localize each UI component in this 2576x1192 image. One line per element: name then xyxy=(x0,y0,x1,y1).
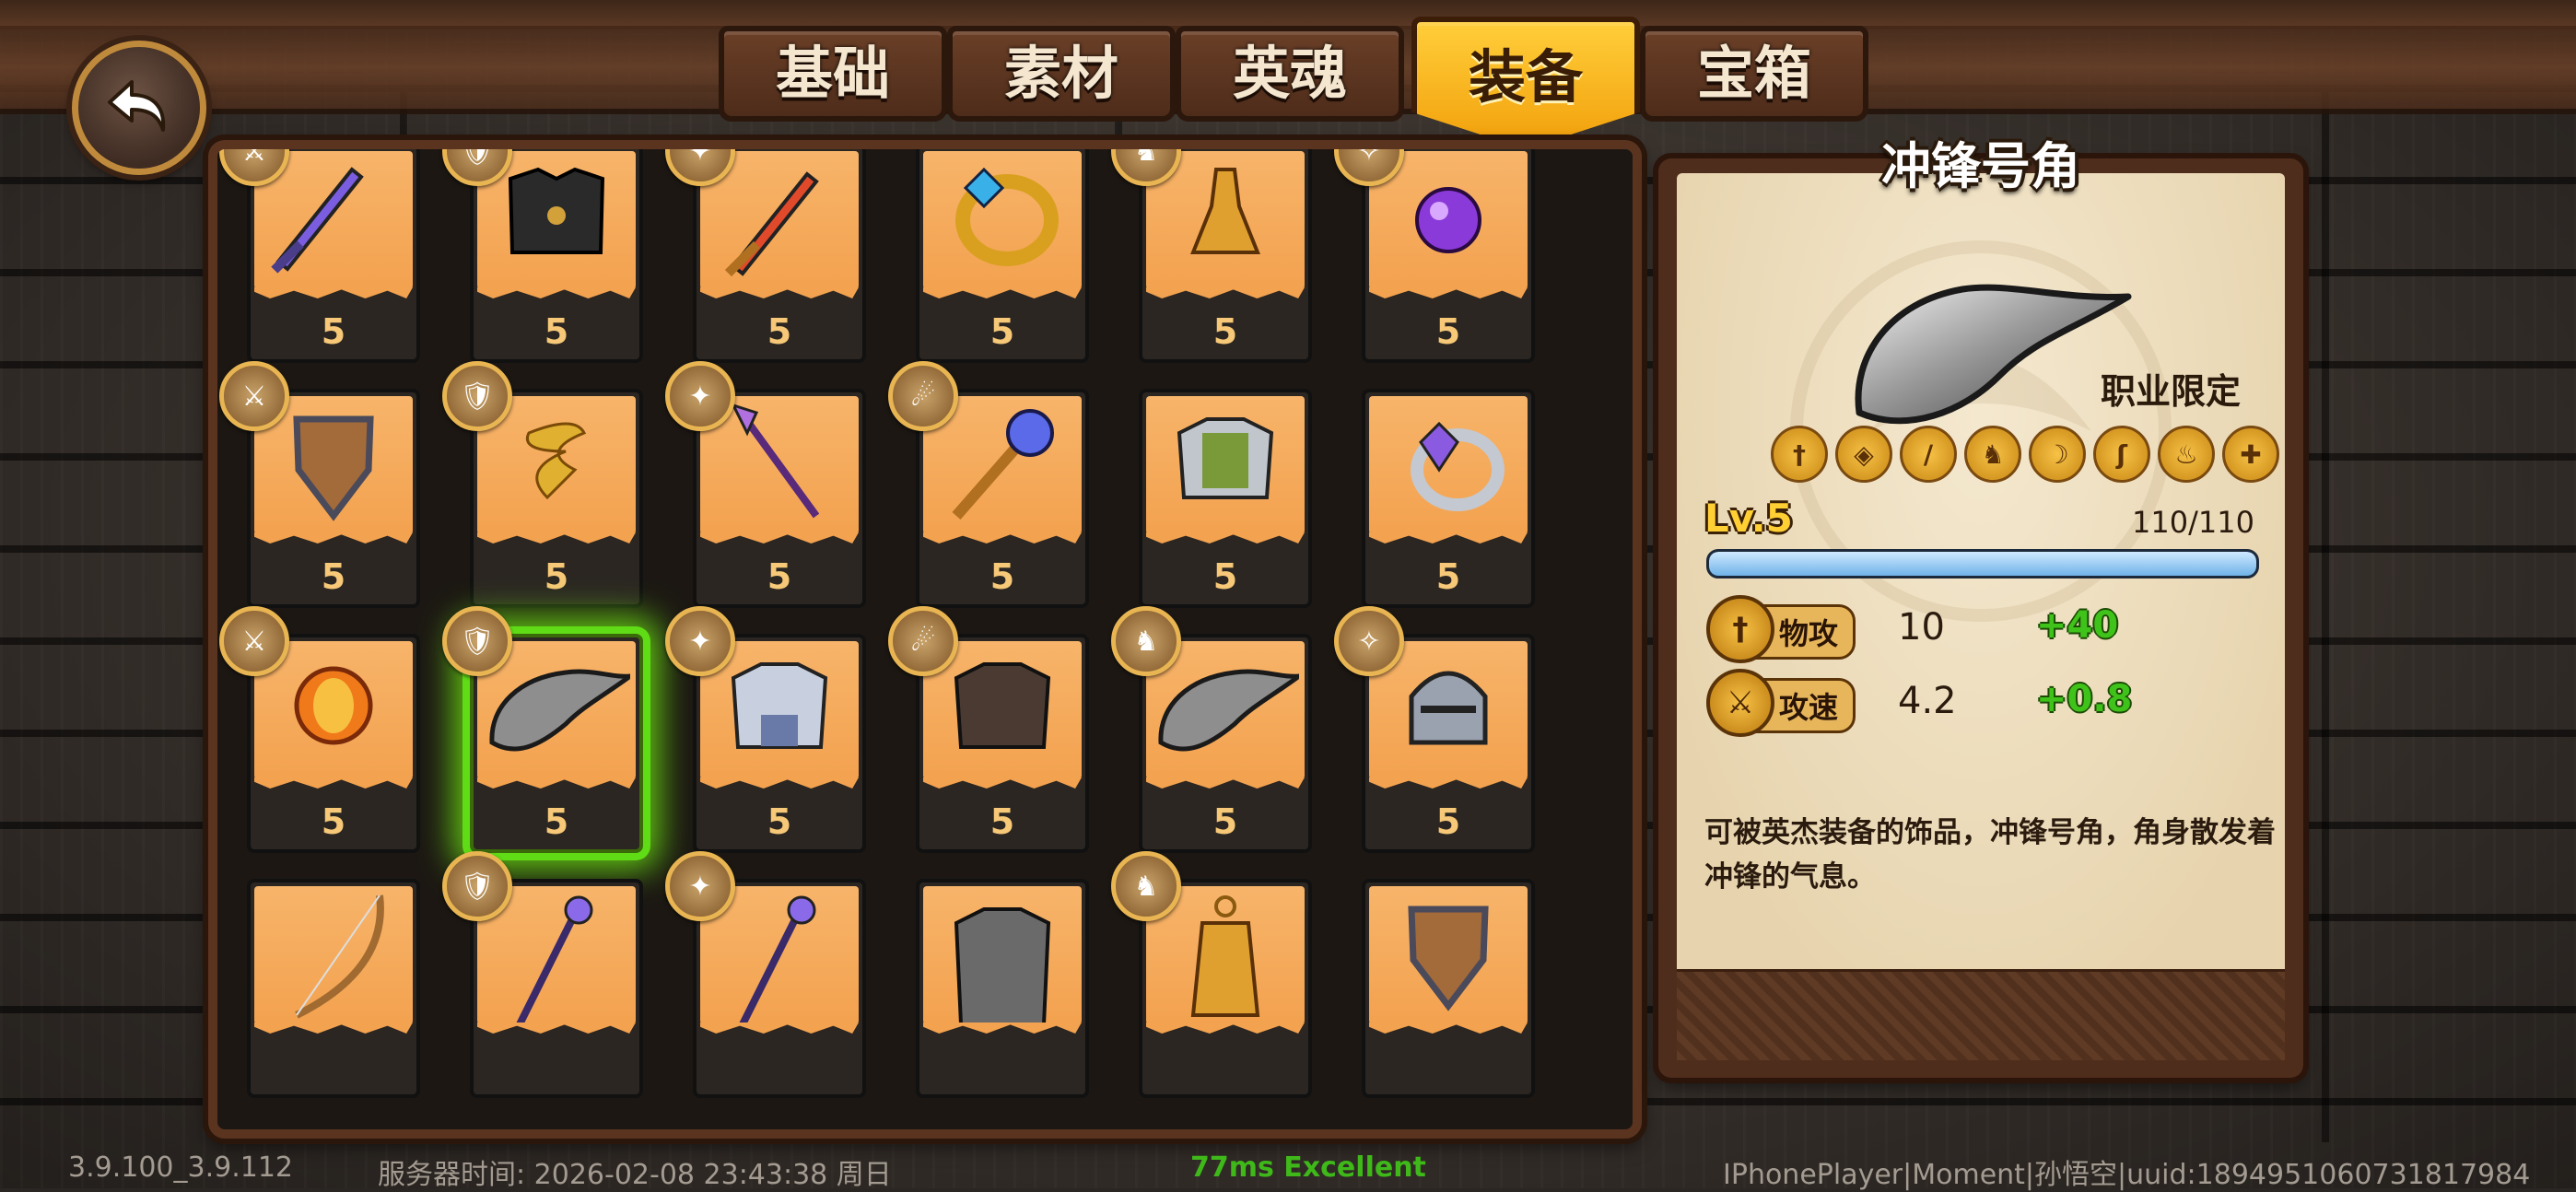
inventory-slot[interactable]: 5 xyxy=(1139,389,1312,608)
player-info-text: IPhonePlayer|Moment|孙悟空|uuid:18949510607… xyxy=(1723,1159,2531,1191)
item-art xyxy=(254,886,413,1024)
hero-avatar-badge: 🛡 xyxy=(442,851,512,921)
item-level-label: 5 xyxy=(544,801,569,842)
cross-class-icon: ✚ xyxy=(2222,426,2279,483)
bow-class-icon: ☽ xyxy=(2029,426,2086,483)
stat-value: 10 xyxy=(1898,606,1945,649)
inventory-slot[interactable]: 5 xyxy=(1362,149,1535,363)
amethyst-ring-icon xyxy=(1411,421,1505,511)
class-icons-row: † ◈ ∕ ♞ ☽ ʃ ♨ ✚ xyxy=(1771,426,2279,483)
item-level-label: 5 xyxy=(544,556,569,597)
item-art xyxy=(1146,396,1305,534)
version-text: 3.9.100_3.9.112 xyxy=(68,1151,294,1184)
xp-progress-fill xyxy=(1709,552,2256,576)
item-level-label: 5 xyxy=(1435,801,1461,842)
hero-avatar-badge: ⚔ xyxy=(219,606,289,676)
hero-avatar-badge: ✦ xyxy=(665,851,735,921)
sword-class-icon: † xyxy=(1771,426,1828,483)
hero-avatar-badge: 🛡 xyxy=(442,361,512,431)
hero-avatar-badge: ♞ xyxy=(1111,851,1181,921)
xp-text: 110/110 xyxy=(2132,505,2254,540)
inventory-slot[interactable]: 5 xyxy=(1139,149,1312,363)
stat-row-physical-attack: 物攻 † 10 +40 xyxy=(1706,595,2259,663)
hero-avatar-badge: 🛡 xyxy=(442,606,512,676)
item-level-label: 5 xyxy=(1435,556,1461,597)
shield-class-icon: ◈ xyxy=(1835,426,1892,483)
back-arrow-icon xyxy=(108,80,166,132)
inventory-slot[interactable]: 5 xyxy=(247,149,420,363)
green-armor-icon xyxy=(1177,417,1274,499)
item-art xyxy=(1369,396,1528,534)
gold-ring-icon xyxy=(955,167,1059,266)
item-level-label: 5 xyxy=(989,556,1015,597)
inventory-slot[interactable]: 5 xyxy=(1362,389,1535,608)
tab-hero-souls[interactable]: 英魂 xyxy=(1176,26,1404,122)
beast-class-icon: ʃ xyxy=(2093,426,2150,483)
inventory-slot[interactable]: 5 xyxy=(470,149,643,363)
war-horn-icon xyxy=(1855,284,2132,425)
inventory-grid-inner: 5 ⚔ 5 🛡 5 ✦ 5 5 ♞ 5 ✧ 5 ⚔ 5 🛡 5 ✦ 5 ☄ 5 5 5 ⚔ 5 🛡 5 ✦ 5 ☄ 5 ♞ 5 ✧ 🛡 ✦ ♞ xyxy=(217,149,1633,1129)
spear-class-icon: ∕ xyxy=(1900,426,1957,483)
xp-progress-bar xyxy=(1706,549,2259,578)
item-level-label: 5 xyxy=(544,311,569,352)
iron-armor-icon xyxy=(954,907,1051,1024)
item-level-label: 5 xyxy=(989,311,1015,352)
tab-chests[interactable]: 宝箱 xyxy=(1640,26,1868,122)
item-level: Lv.5 xyxy=(1704,496,1793,541)
item-level-label: 5 xyxy=(321,556,346,597)
hero-avatar-badge: ✦ xyxy=(665,606,735,676)
item-level-label: 5 xyxy=(321,311,346,352)
item-art xyxy=(1369,886,1528,1024)
item-level-label: 5 xyxy=(321,801,346,842)
back-button[interactable] xyxy=(72,41,206,175)
item-art xyxy=(923,886,1082,1024)
tab-basic[interactable]: 基础 xyxy=(719,26,947,122)
item-level-label: 5 xyxy=(1212,311,1238,352)
item-title: 冲锋号角 xyxy=(1881,137,2080,195)
inventory-slot[interactable] xyxy=(916,879,1089,1098)
item-description: 可被英杰装备的饰品，冲锋号角，角身散发着冲锋的气息。 xyxy=(1704,816,2276,894)
hero-avatar-badge: ☄ xyxy=(888,606,958,676)
item-level-label: 5 xyxy=(1212,801,1238,842)
stat-row-attack-speed: 攻速 ⚔ 4.2 +0.8 xyxy=(1706,669,2259,737)
horse-class-icon: ♞ xyxy=(1964,426,2021,483)
latency-text: 77ms Excellent xyxy=(1190,1151,1426,1184)
sword-stat-icon: † xyxy=(1706,595,1774,663)
inventory-slot[interactable] xyxy=(247,879,420,1098)
inventory-slot[interactable]: 5 xyxy=(916,149,1089,363)
item-level-label: 5 xyxy=(767,311,792,352)
inventory-grid: 5 ⚔ 5 🛡 5 ✦ 5 5 ♞ 5 ✧ 5 ⚔ 5 🛡 5 ✦ 5 ☄ 5 5 5 ⚔ 5 🛡 5 ✦ 5 ☄ 5 ♞ 5 ✧ 🛡 ✦ ♞ xyxy=(208,140,1642,1139)
fire-class-icon: ♨ xyxy=(2158,426,2215,483)
item-level-label: 5 xyxy=(1435,311,1461,352)
inventory-slot[interactable]: 5 xyxy=(693,149,866,363)
hero-avatar-badge: ⚔ xyxy=(219,361,289,431)
bow-icon xyxy=(295,894,384,1019)
hero-avatar-badge: ✧ xyxy=(1334,606,1404,676)
inventory-slot[interactable] xyxy=(1362,879,1535,1098)
stat-bonus: +0.8 xyxy=(2036,678,2133,720)
class-restriction-label: 职业限定 xyxy=(2101,371,2242,412)
wooden-shield-icon xyxy=(1408,906,1489,1011)
stat-value: 4.2 xyxy=(1898,680,1957,722)
tab-materials[interactable]: 素材 xyxy=(947,26,1176,122)
item-level-label: 5 xyxy=(767,556,792,597)
item-level-label: 5 xyxy=(989,801,1015,842)
detail-panel-footer xyxy=(1677,969,2285,1060)
plank-seam xyxy=(2322,92,2329,1142)
stat-bonus: +40 xyxy=(2036,604,2119,647)
item-art xyxy=(923,151,1082,289)
item-level-label: 5 xyxy=(1212,556,1238,597)
hero-avatar-badge: ✦ xyxy=(665,361,735,431)
server-time-text: 服务器时间: 2026-02-08 23:43:38 周日 xyxy=(378,1159,892,1191)
hero-avatar-badge: ♞ xyxy=(1111,606,1181,676)
speed-stat-icon: ⚔ xyxy=(1706,669,1774,737)
item-level-label: 5 xyxy=(767,801,792,842)
status-footer: 3.9.100_3.9.112 服务器时间: 2026-02-08 23:43:… xyxy=(0,1150,2576,1191)
hero-avatar-badge: ☄ xyxy=(888,361,958,431)
